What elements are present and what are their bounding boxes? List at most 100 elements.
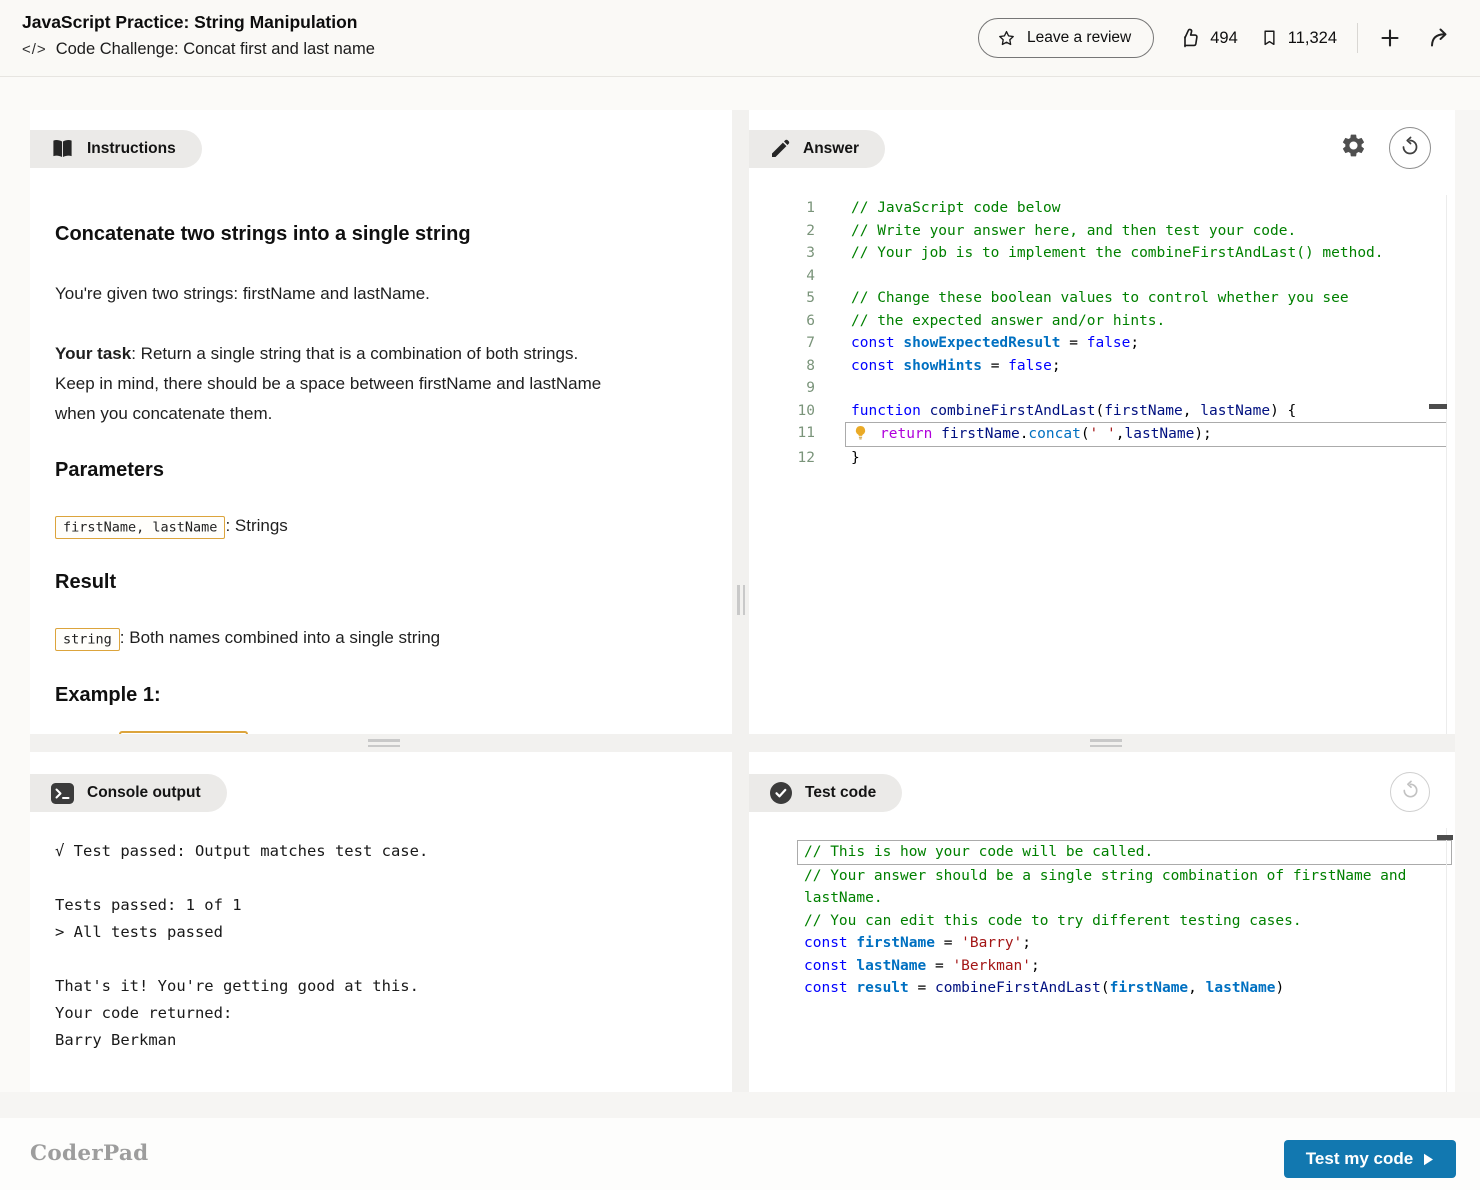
lightbulb-icon [853, 425, 868, 441]
result-row: string: Both names combined into a singl… [55, 624, 707, 653]
console-line: Your code returned: [55, 1000, 720, 1027]
answer-editor-scrollbar-track [1446, 195, 1447, 734]
play-triangle-icon [1423, 1153, 1434, 1166]
line-number: 2 [749, 220, 815, 243]
console-line: Tests passed: 1 of 1 [55, 892, 720, 919]
answer-code-line[interactable]: 11return firstName.concat(' ',lastName); [749, 422, 1455, 447]
vertical-split-handle[interactable] [735, 585, 747, 615]
task-label: Your task [55, 344, 131, 363]
answer-code-line[interactable]: 9 [749, 377, 1455, 400]
check-circle-icon [770, 782, 792, 804]
reset-icon [1400, 780, 1421, 804]
answer-code-editor[interactable]: 1// JavaScript code below2// Write your … [749, 197, 1455, 469]
console-line: Barry Berkman [55, 1027, 720, 1054]
console-line [55, 1054, 720, 1081]
reset-answer-button[interactable] [1389, 127, 1431, 169]
test-code-line[interactable]: const lastName = 'Berkman'; [799, 955, 1449, 978]
leave-review-label: Leave a review [1027, 29, 1131, 47]
tab-instructions[interactable]: Instructions [30, 130, 202, 168]
line-number: 3 [749, 242, 815, 265]
challenge-subtitle: </> Code Challenge: Concat first and las… [22, 40, 375, 59]
workspace-right-margin [1455, 110, 1480, 1092]
bookmarks-stat[interactable]: 11,324 [1260, 27, 1337, 49]
tab-console-output[interactable]: Console output [30, 774, 227, 812]
code-brackets-icon: </> [22, 41, 47, 58]
console-output-text: √ Test passed: Output matches test case.… [55, 838, 720, 1092]
footer [0, 1118, 1480, 1190]
horizontal-split-handle-left[interactable] [368, 739, 400, 747]
console-line: That's it! You're getting good at this. [55, 973, 720, 1000]
parameters-description: : Strings [225, 516, 287, 535]
likes-count: 494 [1210, 29, 1238, 48]
instructions-content: Concatenate two strings into a single st… [55, 222, 707, 734]
line-number: 6 [749, 310, 815, 333]
answer-code-line[interactable]: 7const showExpectedResult = false; [749, 332, 1455, 355]
terminal-icon [51, 783, 74, 804]
tab-answer[interactable]: Answer [749, 130, 885, 168]
console-line: √ Test passed: Output matches test case. [55, 838, 720, 865]
answer-code-line[interactable]: 8const showHints = false; [749, 355, 1455, 378]
line-number: 7 [749, 332, 815, 355]
header-divider [1357, 23, 1358, 53]
star-icon [997, 29, 1016, 48]
header-actions: Leave a review 494 11,324 [978, 17, 1454, 59]
reset-icon [1399, 136, 1421, 161]
open-book-icon [51, 139, 74, 159]
parameters-chip: firstName, lastName [55, 516, 225, 539]
share-button[interactable] [1428, 26, 1454, 50]
answer-panel: Answer 1// JavaScript code below2// Writ… [749, 110, 1455, 734]
instructions-panel: Instructions Concatenate two strings int… [30, 110, 732, 734]
answer-editor-scrollbar-thumb[interactable] [1429, 404, 1447, 409]
bookmarks-count: 11,324 [1288, 29, 1337, 48]
answer-code-line[interactable]: 2// Write your answer here, and then tes… [749, 220, 1455, 243]
bookmark-icon [1260, 27, 1279, 49]
horizontal-split-handle-right[interactable] [1090, 739, 1122, 747]
line-number: 9 [749, 377, 815, 400]
answer-code-line[interactable]: 6// the expected answer and/or hints. [749, 310, 1455, 333]
line-number: 10 [749, 400, 815, 423]
tab-instructions-label: Instructions [87, 140, 176, 158]
reset-test-code-button[interactable] [1390, 772, 1430, 812]
result-chip: string [55, 628, 120, 651]
test-code-editor[interactable]: // This is how your code will be called.… [799, 840, 1449, 1000]
test-editor-scrollbar-thumb[interactable] [1437, 835, 1453, 840]
task-paragraph: Your task: Return a single string that i… [55, 339, 707, 429]
example-heading: Example 1: [55, 682, 707, 708]
answer-code-line[interactable]: 10function combineFirstAndLast(firstName… [749, 400, 1455, 423]
tab-test-code-label: Test code [805, 784, 876, 802]
test-code-line[interactable]: // You can edit this code to try differe… [799, 910, 1449, 933]
parameters-heading: Parameters [55, 457, 707, 483]
console-panel: Console output √ Test passed: Output mat… [30, 752, 732, 1092]
line-number: 4 [749, 265, 815, 288]
leave-review-button[interactable]: Leave a review [978, 18, 1154, 58]
answer-code-line[interactable]: 3// Your job is to implement the combine… [749, 242, 1455, 265]
editor-settings-button[interactable] [1340, 132, 1367, 162]
task-text: : Return a single string that is a combi… [55, 344, 601, 423]
test-code-line[interactable]: const result = combineFirstAndLast(first… [799, 977, 1449, 1000]
coderpad-logo: CoderPad [30, 1141, 148, 1166]
console-line [55, 946, 720, 973]
instructions-heading: Concatenate two strings into a single st… [55, 222, 707, 246]
example-code-block-partial [119, 731, 248, 734]
add-button[interactable] [1378, 26, 1402, 50]
pencil-icon [770, 139, 790, 159]
answer-code-line[interactable]: 4 [749, 265, 1455, 288]
test-code-line[interactable]: // This is how your code will be called. [797, 840, 1452, 865]
challenge-subtitle-text: Code Challenge: Concat first and last na… [56, 40, 375, 59]
test-editor-scrollbar-track [1446, 828, 1447, 1092]
result-heading: Result [55, 569, 707, 595]
test-code-line[interactable]: // Your answer should be a single string… [799, 865, 1449, 910]
answer-code-line[interactable]: 1// JavaScript code below [749, 197, 1455, 220]
result-description: : Both names combined into a single stri… [120, 628, 440, 647]
thumbs-up-icon [1178, 27, 1201, 50]
page-title: JavaScript Practice: String Manipulation [22, 12, 358, 33]
workspace-bottom-strip [0, 1092, 1480, 1118]
test-code-line[interactable]: const firstName = 'Barry'; [799, 932, 1449, 955]
tab-test-code[interactable]: Test code [749, 774, 902, 812]
answer-code-line[interactable]: 5// Change these boolean values to contr… [749, 287, 1455, 310]
test-my-code-button[interactable]: Test my code [1284, 1140, 1456, 1178]
line-number: 5 [749, 287, 815, 310]
likes-stat[interactable]: 494 [1178, 27, 1238, 50]
answer-code-line[interactable]: 12} [749, 447, 1455, 470]
console-line: > All tests passed [55, 919, 720, 946]
